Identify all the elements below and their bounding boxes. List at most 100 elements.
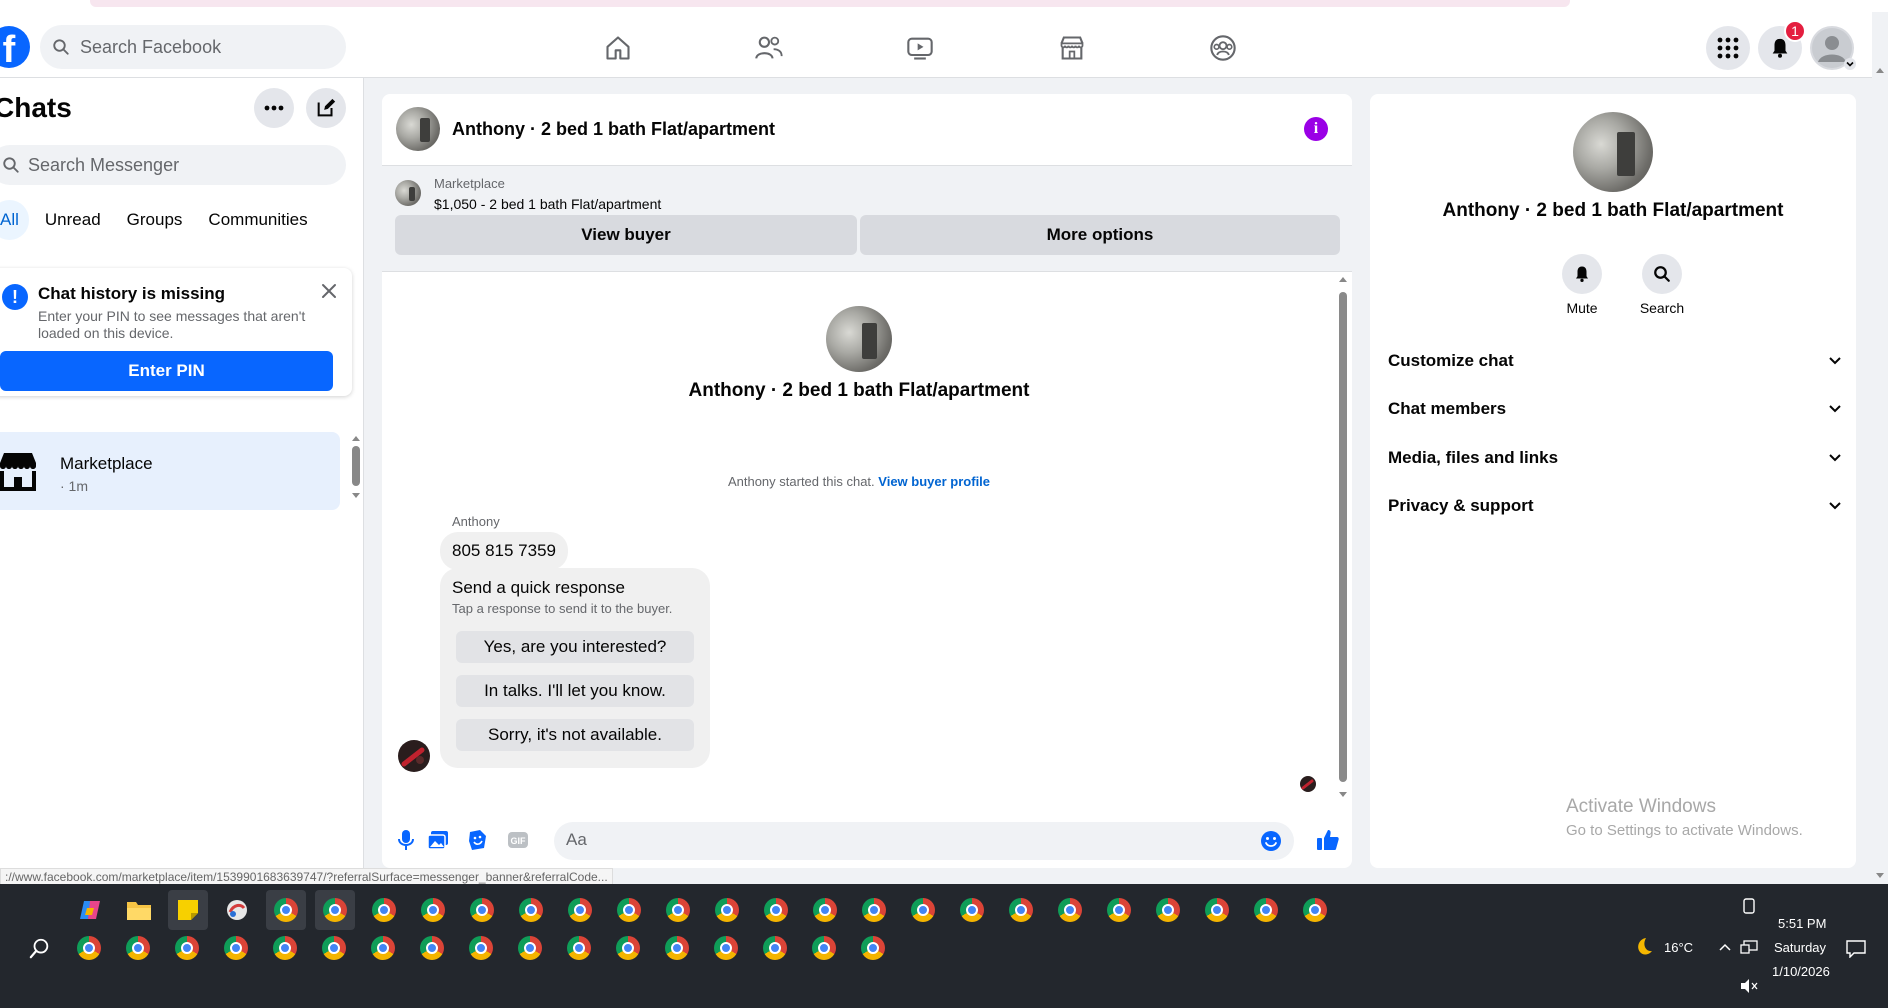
quick-response-option[interactable]: Sorry, it's not available. xyxy=(456,719,694,751)
chrome-icon[interactable] xyxy=(462,890,502,930)
messenger-search[interactable] xyxy=(0,145,346,185)
notifications-center-icon[interactable] xyxy=(1846,940,1866,958)
chrome-icon[interactable] xyxy=(69,928,109,968)
chrome-icon[interactable] xyxy=(216,928,256,968)
quick-response-option[interactable]: Yes, are you interested? xyxy=(456,631,694,663)
section-privacy-support[interactable]: Privacy & support xyxy=(1388,491,1842,521)
scroll-down-icon[interactable] xyxy=(1336,790,1350,800)
chrome-icon[interactable] xyxy=(608,928,648,968)
section-chat-members[interactable]: Chat members xyxy=(1388,394,1842,424)
notifications-button[interactable]: 1 xyxy=(1758,20,1806,70)
chat-avatar[interactable] xyxy=(396,107,440,151)
photo-icon[interactable] xyxy=(426,828,450,852)
clock-day[interactable]: Saturday xyxy=(1774,940,1826,955)
chrome-icon[interactable] xyxy=(1295,890,1335,930)
chrome-icon[interactable] xyxy=(413,890,453,930)
chat-title[interactable]: Anthony · 2 bed 1 bath Flat/apartment xyxy=(452,119,775,140)
friends-icon[interactable] xyxy=(749,28,789,68)
like-icon[interactable] xyxy=(1316,828,1340,852)
chat-scrollbar[interactable] xyxy=(1336,272,1350,812)
microphone-icon[interactable] xyxy=(394,828,418,852)
sticky-notes-icon[interactable] xyxy=(168,890,208,930)
search-action[interactable]: Search xyxy=(1632,254,1692,316)
facebook-search[interactable] xyxy=(40,25,346,69)
close-icon[interactable] xyxy=(318,280,340,302)
chrome-icon[interactable] xyxy=(854,890,894,930)
chrome-icon[interactable] xyxy=(804,928,844,968)
clock-date[interactable]: 1/10/2026 xyxy=(1772,964,1830,979)
chrome-icon[interactable] xyxy=(363,928,403,968)
chrome-icon[interactable] xyxy=(167,928,207,968)
message-bubble[interactable]: 805 815 7359 xyxy=(440,532,568,570)
chrome-icon[interactable] xyxy=(1099,890,1139,930)
search-icon[interactable] xyxy=(20,928,60,968)
chrome-icon[interactable] xyxy=(756,890,796,930)
network-icon[interactable] xyxy=(1740,940,1758,956)
chrome-icon[interactable] xyxy=(315,890,355,930)
facebook-search-input[interactable] xyxy=(80,36,320,58)
message-input-wrapper[interactable] xyxy=(554,822,1294,860)
chrome-icon[interactable] xyxy=(1001,890,1041,930)
chrome-icon[interactable] xyxy=(706,928,746,968)
video-icon[interactable] xyxy=(900,28,940,68)
chrome-icon[interactable] xyxy=(314,928,354,968)
chrome-icon[interactable] xyxy=(266,890,306,930)
message-input[interactable] xyxy=(566,830,1226,850)
view-buyer-profile-link[interactable]: View buyer profile xyxy=(878,474,990,489)
marketplace-icon[interactable] xyxy=(1052,28,1092,68)
chrome-icon[interactable] xyxy=(265,928,305,968)
chrome-icon[interactable] xyxy=(952,890,992,930)
sidebar-scroll-thumb[interactable] xyxy=(352,446,360,486)
tab-communities[interactable]: Communities xyxy=(198,200,317,240)
facebook-logo[interactable]: f xyxy=(0,26,30,68)
section-media-files-links[interactable]: Media, files and links xyxy=(1388,443,1842,473)
scroll-down-icon[interactable] xyxy=(350,492,362,500)
gif-icon[interactable]: GIF xyxy=(506,828,530,852)
info-icon[interactable]: i xyxy=(1304,117,1328,141)
clock-time[interactable]: 5:51 PM xyxy=(1778,916,1826,931)
groups-icon[interactable] xyxy=(1203,28,1243,68)
chrome-icon[interactable] xyxy=(1050,890,1090,930)
account-avatar-button[interactable] xyxy=(1810,26,1856,70)
chevron-up-icon[interactable] xyxy=(1718,942,1732,952)
chat-scroll-thumb[interactable] xyxy=(1339,292,1347,782)
scroll-up-icon[interactable] xyxy=(1336,274,1350,284)
scroll-up-icon[interactable] xyxy=(350,434,362,442)
mute-action[interactable]: Mute xyxy=(1552,254,1612,316)
quick-response-option[interactable]: In talks. I'll let you know. xyxy=(456,675,694,707)
chrome-icon[interactable] xyxy=(707,890,747,930)
more-options-button[interactable]: More options xyxy=(860,215,1340,255)
messenger-search-input[interactable] xyxy=(28,154,308,176)
page-scroll-down-icon[interactable] xyxy=(1874,872,1886,880)
enter-pin-button[interactable]: Enter PIN xyxy=(0,351,333,391)
file-explorer-icon[interactable] xyxy=(119,890,159,930)
copilot-icon[interactable] xyxy=(70,890,110,930)
chrome-icon[interactable] xyxy=(903,890,943,930)
home-icon[interactable] xyxy=(598,28,638,68)
weather-temperature[interactable]: 16°C xyxy=(1664,940,1693,955)
listing-price-title[interactable]: $1,050 - 2 bed 1 bath Flat/apartment xyxy=(434,196,661,212)
chrome-icon[interactable] xyxy=(364,890,404,930)
chrome-icon[interactable] xyxy=(412,928,452,968)
view-buyer-button[interactable]: View buyer xyxy=(395,215,857,255)
chrome-icon[interactable] xyxy=(461,928,501,968)
snipping-tool-icon[interactable] xyxy=(217,890,257,930)
show-screen-icon[interactable] xyxy=(1742,898,1756,914)
chrome-icon[interactable] xyxy=(118,928,158,968)
tab-unread[interactable]: Unread xyxy=(35,200,111,240)
emoji-icon[interactable] xyxy=(1260,830,1282,852)
chrome-icon[interactable] xyxy=(560,890,600,930)
chrome-icon[interactable] xyxy=(510,928,550,968)
chrome-icon[interactable] xyxy=(805,890,845,930)
sidebar-scrollbar[interactable] xyxy=(350,434,362,504)
chrome-icon[interactable] xyxy=(853,928,893,968)
chrome-icon[interactable] xyxy=(609,890,649,930)
conversation-item-marketplace[interactable]: Marketplace · 1m xyxy=(0,432,340,510)
sticker-icon[interactable] xyxy=(466,828,490,852)
chats-options-button[interactable] xyxy=(254,88,294,128)
chrome-icon[interactable] xyxy=(559,928,599,968)
section-customize-chat[interactable]: Customize chat xyxy=(1388,346,1842,376)
menu-grid-button[interactable] xyxy=(1706,26,1750,70)
speaker-muted-icon[interactable] xyxy=(1740,978,1758,994)
chrome-icon[interactable] xyxy=(1197,890,1237,930)
